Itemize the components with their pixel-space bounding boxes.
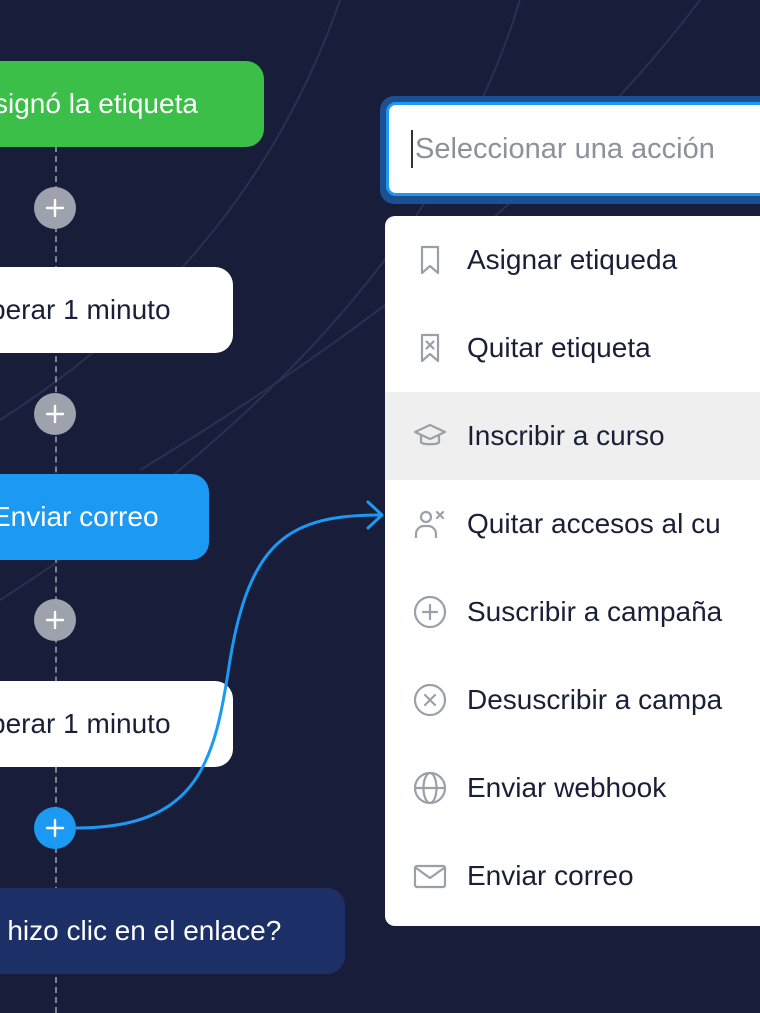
menu-item-enroll-course[interactable]: Inscribir a curso	[385, 392, 760, 480]
menu-item-label: Desuscribir a campa	[467, 684, 723, 715]
x-circle-icon	[411, 681, 449, 719]
flow-node-send-email[interactable]: Enviar correo	[0, 474, 209, 560]
flow-node-wait-1[interactable]: perar 1 minuto	[0, 267, 233, 353]
plus-icon	[45, 610, 65, 630]
select-placeholder: Seleccionar una acción	[415, 132, 715, 165]
add-step-button[interactable]	[34, 599, 76, 641]
menu-item-remove-course-access[interactable]: Quitar accesos al cu	[385, 480, 760, 568]
menu-item-label: Enviar webhook	[467, 772, 667, 803]
node-label: perar 1 minuto	[0, 708, 171, 739]
add-step-button-active[interactable]	[34, 807, 76, 849]
action-select-input[interactable]: Seleccionar una acción	[386, 102, 760, 196]
bookmark-icon	[411, 241, 449, 279]
menu-item-label: Asignar etiqueda	[467, 244, 678, 275]
add-step-button[interactable]	[34, 393, 76, 435]
plus-icon	[45, 198, 65, 218]
action-dropdown-menu: Asignar etiqueda Quitar etiqueta Inscrib…	[385, 216, 760, 926]
plus-icon	[45, 404, 65, 424]
bookmark-remove-icon	[411, 329, 449, 367]
node-label: o hizo clic en el enlace?	[0, 915, 282, 946]
node-label: Enviar correo	[0, 501, 159, 532]
menu-item-label: Quitar etiqueta	[467, 332, 651, 363]
flow-node-condition-clicked-link[interactable]: o hizo clic en el enlace?	[0, 888, 345, 974]
menu-item-label: Inscribir a curso	[467, 420, 665, 451]
menu-item-send-webhook[interactable]: Enviar webhook	[385, 744, 760, 832]
node-label: perar 1 minuto	[0, 294, 171, 325]
mail-icon	[411, 857, 449, 895]
plus-circle-icon	[411, 593, 449, 631]
node-label: signó la etiqueta	[0, 88, 198, 119]
menu-item-label: Quitar accesos al cu	[467, 508, 721, 539]
flow-node-wait-2[interactable]: perar 1 minuto	[0, 681, 233, 767]
menu-item-send-email[interactable]: Enviar correo	[385, 832, 760, 920]
menu-item-unsubscribe-campaign[interactable]: Desuscribir a campa	[385, 656, 760, 744]
menu-item-subscribe-campaign[interactable]: Suscribir a campaña	[385, 568, 760, 656]
menu-item-remove-tag[interactable]: Quitar etiqueta	[385, 304, 760, 392]
flow-node-tag-assigned[interactable]: signó la etiqueta	[0, 61, 264, 147]
menu-item-label: Suscribir a campaña	[467, 596, 723, 627]
menu-item-label: Enviar correo	[467, 860, 634, 891]
graduation-cap-icon	[411, 417, 449, 455]
text-caret	[411, 130, 413, 168]
menu-item-assign-tag[interactable]: Asignar etiqueda	[385, 216, 760, 304]
add-step-button[interactable]	[34, 187, 76, 229]
user-remove-icon	[411, 505, 449, 543]
globe-icon	[411, 769, 449, 807]
plus-icon	[45, 818, 65, 838]
